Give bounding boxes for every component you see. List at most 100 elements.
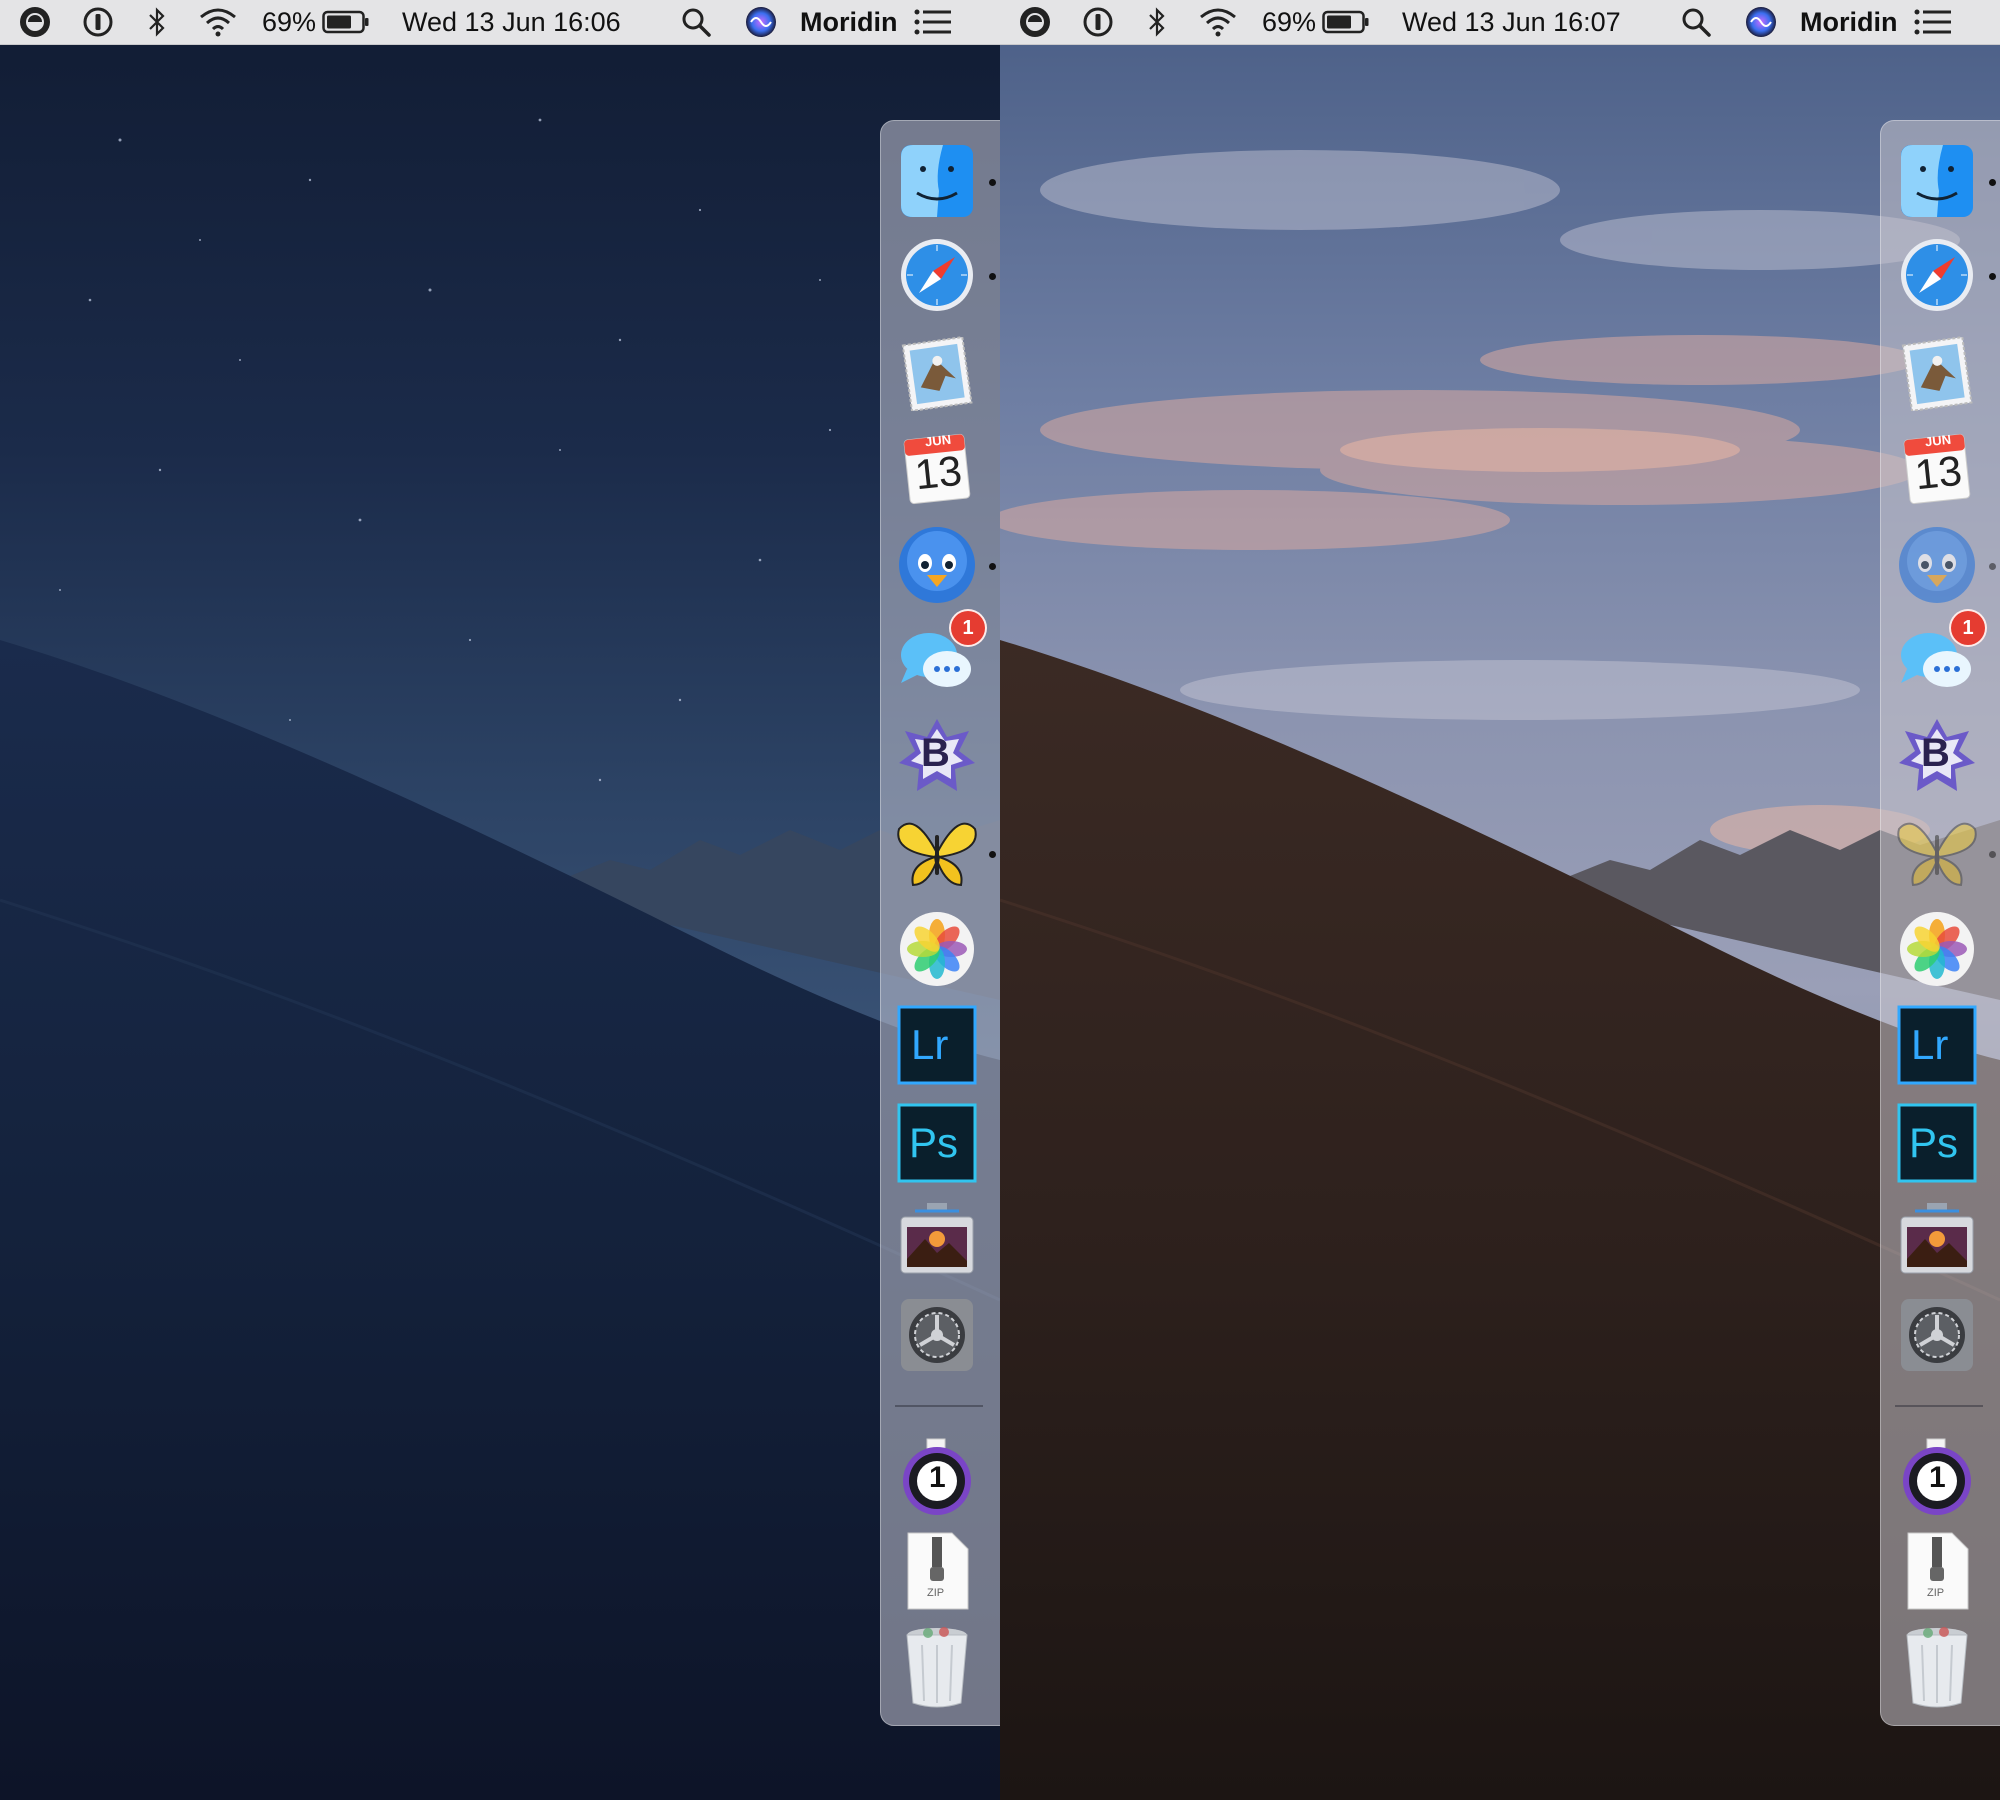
- user-menu[interactable]: Moridin: [1800, 0, 1897, 44]
- dock-photos[interactable]: [895, 907, 979, 991]
- dock-system-preferences[interactable]: [1895, 1293, 1979, 1377]
- dock-safari[interactable]: [1895, 233, 1979, 317]
- dock-tweetbot[interactable]: [895, 523, 979, 607]
- lightroom-label: Lr: [1911, 1021, 1949, 1068]
- calendar-month: JUN: [924, 431, 952, 450]
- tweetbot-running-indicator: [1989, 563, 1996, 570]
- bartender-icon[interactable]: [18, 0, 52, 44]
- notification-center-icon[interactable]: [914, 0, 952, 44]
- trash-icon: [1906, 1627, 1968, 1708]
- zip-label: ZIP: [927, 1587, 945, 1599]
- tweetbot-running-indicator: [989, 563, 996, 570]
- calendar-day: 13: [1912, 446, 1964, 499]
- dock-tes[interactable]: [895, 811, 979, 895]
- dock-photoshop[interactable]: Ps: [895, 1101, 979, 1185]
- dune-landscape: [1000, 640, 2000, 1800]
- mail-stamp-icon: [1901, 336, 1973, 411]
- menu-bar: 69% Wed 13 Jun 16:06 Moridin: [0, 0, 1000, 45]
- dock-zip-archive[interactable]: ZIP: [895, 1529, 979, 1613]
- safari-running-indicator: [989, 273, 996, 280]
- tweetbot-bird-icon: [1899, 527, 1975, 603]
- dock-trash[interactable]: [895, 1625, 979, 1709]
- siri-icon[interactable]: [744, 0, 778, 44]
- dock-separator: [895, 1405, 983, 1407]
- bluetooth-icon[interactable]: [146, 0, 168, 44]
- menu-bar: 69% Wed 13 Jun 16:07 Moridin: [1000, 0, 2000, 45]
- dock-image-installer[interactable]: [895, 1197, 979, 1281]
- dock-photoshop[interactable]: Ps: [1895, 1101, 1979, 1185]
- screen-left: 69% Wed 13 Jun 16:06 Moridin JUN 13 1 B …: [0, 0, 1000, 1800]
- dock-zip-archive[interactable]: ZIP: [1895, 1529, 1979, 1613]
- safari-running-indicator: [1989, 273, 1996, 280]
- onepassword-digit: 1: [1929, 1461, 1946, 1494]
- bartender-icon[interactable]: [1018, 0, 1052, 44]
- gear-icon: [901, 1299, 973, 1371]
- zip-file-icon: [907, 1532, 969, 1610]
- dock-calendar[interactable]: JUN 13: [895, 427, 979, 511]
- dock-onepassword-download[interactable]: 1: [1895, 1435, 1979, 1519]
- menubar-clock[interactable]: Wed 13 Jun 16:06: [402, 0, 621, 44]
- wifi-icon[interactable]: [198, 0, 238, 44]
- photoshop-label: Ps: [909, 1119, 959, 1166]
- dock-bbedit[interactable]: B: [895, 715, 979, 799]
- messages-unread-badge: 1: [949, 609, 987, 647]
- dock-safari[interactable]: [895, 233, 979, 317]
- onepassword-menu-icon[interactable]: [1082, 0, 1114, 44]
- dock-onepassword-download[interactable]: 1: [895, 1435, 979, 1519]
- user-menu[interactable]: Moridin: [800, 0, 897, 44]
- bbedit-letter: B: [1921, 731, 1950, 775]
- battery-percent[interactable]: 69%: [1262, 0, 1316, 44]
- dock-lightroom[interactable]: Lr: [1895, 1003, 1979, 1087]
- bbedit-letter: B: [921, 731, 950, 775]
- tes-running-indicator: [989, 851, 996, 858]
- onepassword-menu-icon[interactable]: [82, 0, 114, 44]
- menubar-clock[interactable]: Wed 13 Jun 16:07: [1402, 0, 1621, 44]
- photos-flower-icon: [900, 912, 974, 986]
- butterfly-icon: [897, 822, 977, 887]
- dock-tes[interactable]: [1895, 811, 1979, 895]
- bluetooth-icon[interactable]: [1146, 0, 1168, 44]
- dock-finder[interactable]: [895, 139, 979, 223]
- finder-icon: [901, 145, 973, 217]
- zip-file-icon: [1907, 1532, 1969, 1610]
- dock-trash[interactable]: [1895, 1625, 1979, 1709]
- installer-photo-icon: [900, 1203, 974, 1274]
- dock-photos[interactable]: [1895, 907, 1979, 991]
- dock-mail[interactable]: [1895, 331, 1979, 415]
- screen-right: 69% Wed 13 Jun 16:07 Moridin JUN 13 1 B …: [1000, 0, 2000, 1800]
- dock: JUN 13 1 B Lr Ps 1 ZIP: [1880, 120, 2000, 1726]
- dock-bbedit[interactable]: B: [1895, 715, 1979, 799]
- dock: JUN 13 1 B Lr Ps 1 ZIP: [880, 120, 1000, 1726]
- onepassword-digit: 1: [929, 1461, 946, 1494]
- spotlight-search-icon[interactable]: [680, 0, 712, 44]
- tes-running-indicator: [1989, 851, 1996, 858]
- dock-system-preferences[interactable]: [895, 1293, 979, 1377]
- battery-icon[interactable]: [1322, 0, 1370, 44]
- dock-calendar[interactable]: JUN 13: [1895, 427, 1979, 511]
- wifi-icon[interactable]: [1198, 0, 1238, 44]
- dock-finder[interactable]: [1895, 139, 1979, 223]
- photoshop-label: Ps: [1909, 1119, 1959, 1166]
- battery-percent[interactable]: 69%: [262, 0, 316, 44]
- safari-icon: [1901, 239, 1973, 311]
- finder-icon: [1901, 145, 1973, 217]
- gear-icon: [1901, 1299, 1973, 1371]
- mail-stamp-icon: [901, 336, 973, 411]
- dock-messages[interactable]: 1: [895, 609, 987, 703]
- spotlight-search-icon[interactable]: [1680, 0, 1712, 44]
- notification-center-icon[interactable]: [1914, 0, 1952, 44]
- dock-image-installer[interactable]: [1895, 1197, 1979, 1281]
- dock-lightroom[interactable]: Lr: [895, 1003, 979, 1087]
- lightroom-label: Lr: [911, 1021, 949, 1068]
- finder-running-indicator: [989, 179, 996, 186]
- dock-tweetbot[interactable]: [1895, 523, 1979, 607]
- dock-messages[interactable]: 1: [1895, 609, 1987, 703]
- dock-mail[interactable]: [895, 331, 979, 415]
- battery-icon[interactable]: [322, 0, 370, 44]
- tweetbot-bird-icon: [899, 527, 975, 603]
- messages-unread-badge: 1: [1949, 609, 1987, 647]
- calendar-month: JUN: [1924, 431, 1952, 450]
- finder-running-indicator: [1989, 179, 1996, 186]
- siri-icon[interactable]: [1744, 0, 1778, 44]
- butterfly-icon: [1897, 822, 1977, 887]
